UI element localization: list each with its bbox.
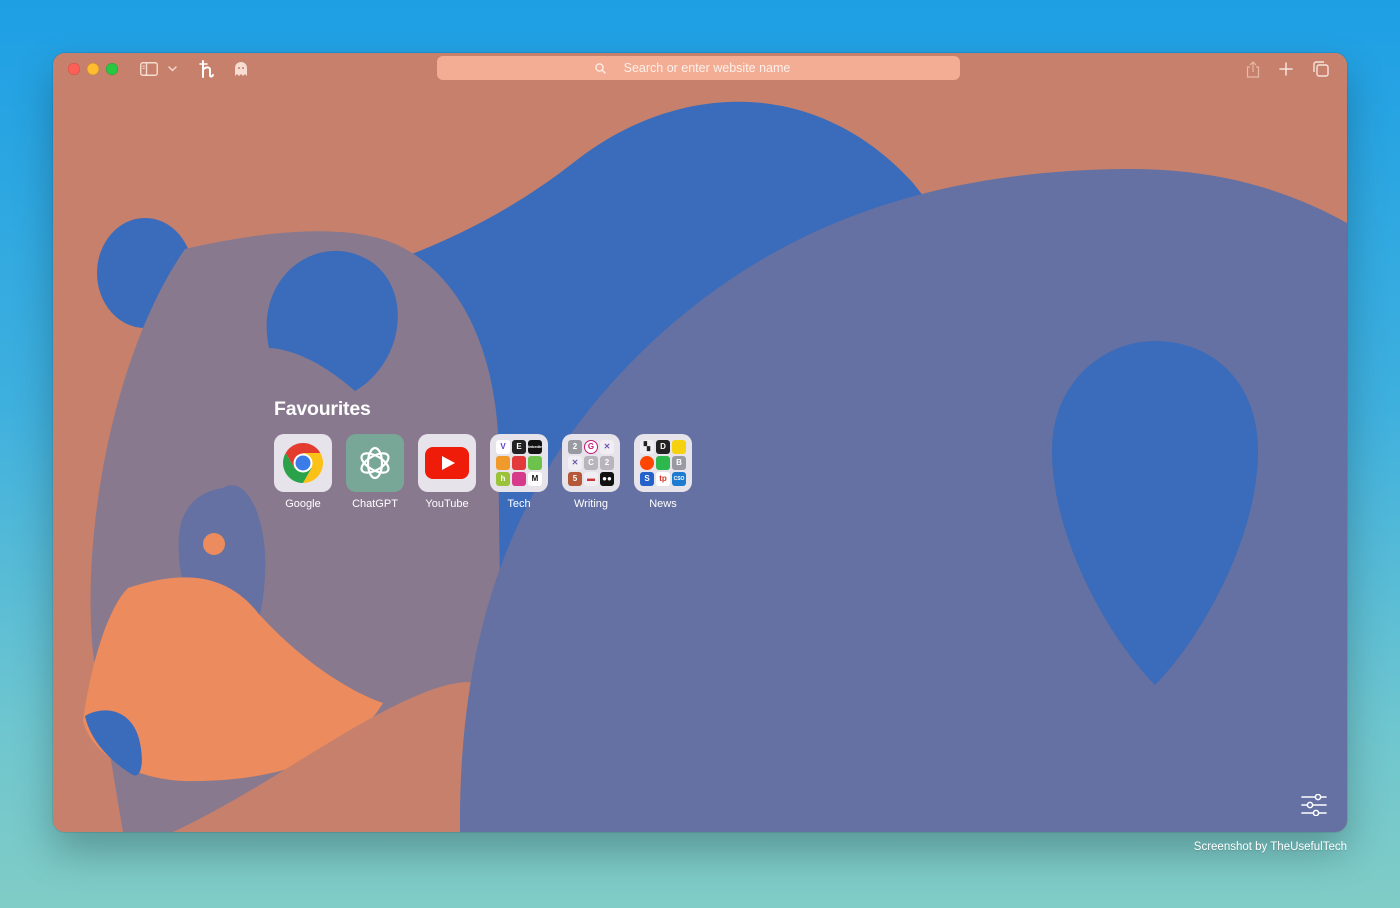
mini-site-icon: [640, 456, 654, 470]
ghost-icon: [235, 62, 247, 76]
share-button[interactable]: [1245, 59, 1261, 79]
mini-site-icon: h: [496, 472, 510, 486]
openai-icon: [360, 446, 390, 480]
mini-site-icon: V: [496, 440, 510, 454]
favourite-label: Google: [285, 498, 321, 510]
favourite-folder-writing[interactable]: 2 G ✕ ✕ C 2 5 ▬ ●● Writing: [562, 434, 620, 510]
mini-site-icon: [528, 456, 542, 470]
favourite-youtube[interactable]: YouTube: [418, 434, 476, 510]
tabs-overview-icon: [1313, 61, 1329, 77]
mini-site-icon: [672, 440, 686, 454]
mini-site-icon: [496, 456, 510, 470]
youtube-icon: [425, 447, 469, 479]
mini-site-icon: CSO: [672, 472, 686, 486]
close-button[interactable]: [68, 63, 80, 75]
mini-site-icon: [512, 472, 526, 486]
mini-site-icon: 5: [568, 472, 582, 486]
minimize-button[interactable]: [87, 63, 99, 75]
search-icon: [595, 62, 606, 74]
mini-site-icon: 2: [568, 440, 582, 454]
mini-site-icon: ▬: [584, 472, 598, 486]
mini-site-icon: G: [584, 440, 598, 454]
chevron-down-icon: [167, 66, 177, 72]
favourite-label: ChatGPT: [352, 498, 398, 510]
folder-icon: V E linkedin h M: [490, 434, 548, 492]
mini-site-icon: D: [656, 440, 670, 454]
screenshot-credit: Screenshot by TheUsefulTech: [1193, 841, 1347, 853]
mini-site-icon: [656, 456, 670, 470]
mini-site-icon: M: [528, 472, 542, 486]
mini-site-icon: E: [512, 440, 526, 454]
sidebar-icon: [140, 62, 158, 76]
mini-site-icon: 2: [600, 456, 614, 470]
mini-site-icon: [512, 456, 526, 470]
start-page-settings-button[interactable]: [1301, 793, 1327, 818]
favourite-chatgpt[interactable]: ChatGPT: [346, 434, 404, 510]
favourites-section: Favourites Google ChatGPT YouTube V E li…: [274, 398, 692, 510]
favourite-label: Tech: [507, 498, 531, 510]
favourite-label: YouTube: [425, 498, 469, 510]
mini-site-icon: ●●: [600, 472, 614, 486]
mini-site-icon: C: [584, 456, 598, 470]
favourite-folder-tech[interactable]: V E linkedin h M Tech: [490, 434, 548, 510]
search-input[interactable]: [612, 61, 802, 75]
mini-site-icon: ▚: [640, 440, 654, 454]
mini-site-icon: S: [640, 472, 654, 486]
sliders-icon: [1301, 793, 1327, 817]
share-icon: [1246, 60, 1260, 78]
mini-site-icon: B: [672, 456, 686, 470]
sidebar-toggle-button[interactable]: [139, 59, 159, 79]
tab-overview-button[interactable]: [1312, 59, 1330, 79]
favourites-title: Favourites: [274, 398, 371, 420]
chrome-icon: [283, 443, 323, 483]
favourite-folder-news[interactable]: ▚ D B S tp CSO News: [634, 434, 692, 510]
address-bar[interactable]: [437, 56, 960, 80]
favourite-label: News: [649, 498, 677, 510]
wallpaper: [53, 53, 1347, 832]
extension-h-icon: [199, 60, 214, 78]
ghost-extension-button[interactable]: [232, 59, 250, 79]
zoom-button[interactable]: [106, 63, 118, 75]
sidebar-menu-button[interactable]: [166, 59, 178, 79]
favourite-label: Writing: [573, 498, 609, 510]
mini-site-icon: ✕: [600, 440, 614, 454]
new-tab-button[interactable]: [1278, 59, 1294, 79]
mini-site-icon: ✕: [568, 456, 582, 470]
folder-icon: 2 G ✕ ✕ C 2 5 ▬ ●●: [562, 434, 620, 492]
browser-window: Favourites Google: [53, 53, 1347, 832]
extension-h-button[interactable]: [198, 59, 216, 79]
mini-site-icon: tp: [656, 472, 670, 486]
toolbar: [53, 53, 1347, 85]
favourite-google[interactable]: Google: [274, 434, 332, 510]
mini-site-icon: linkedin: [528, 440, 542, 454]
folder-icon: ▚ D B S tp CSO: [634, 434, 692, 492]
plus-icon: [1279, 62, 1293, 76]
